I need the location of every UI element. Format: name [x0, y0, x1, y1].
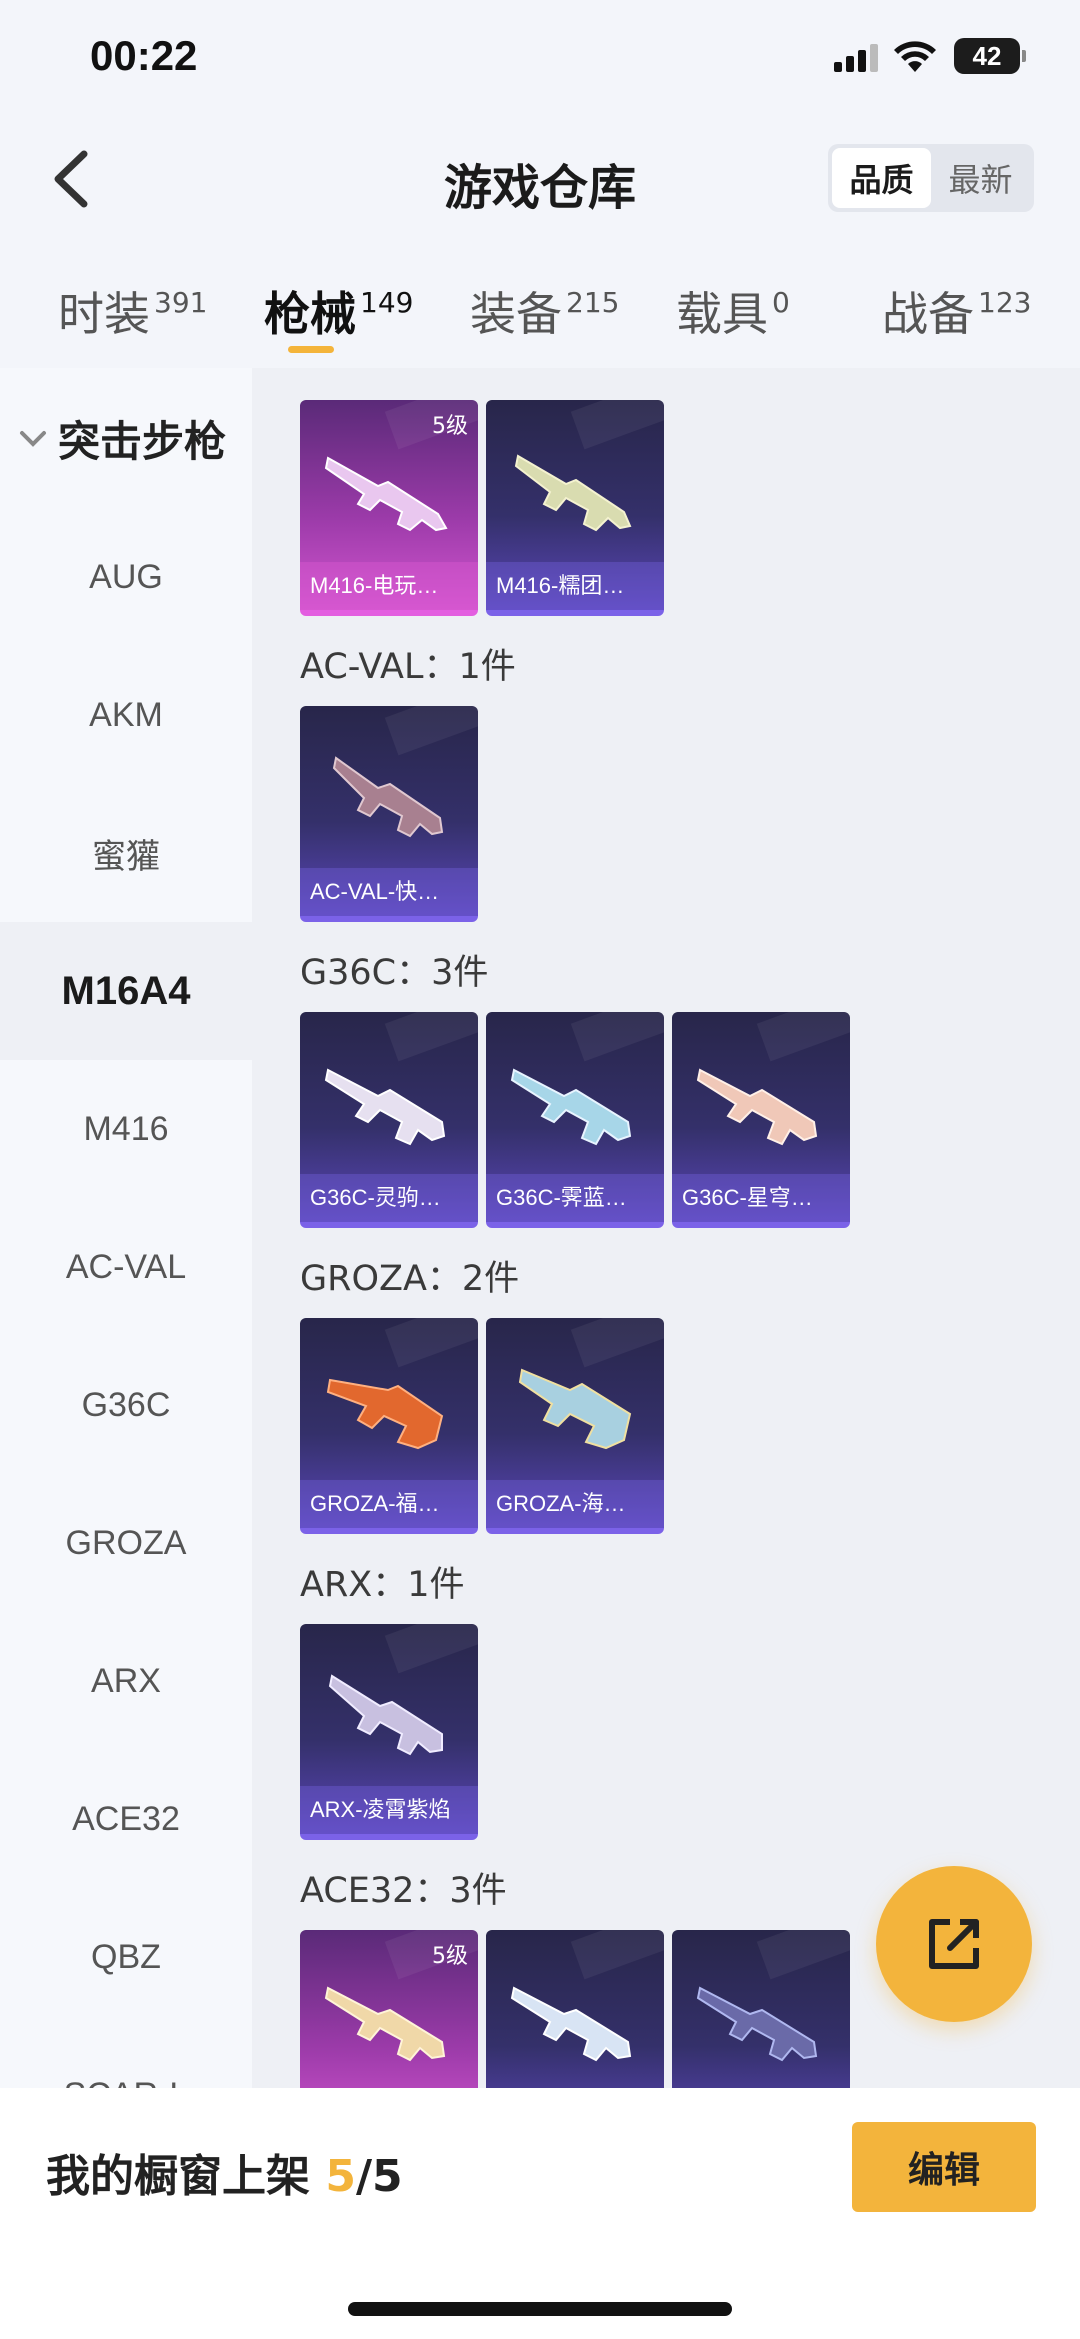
- sort-option-quality[interactable]: 品质: [832, 148, 931, 208]
- skin-name: G36C-灵驹…: [300, 1174, 478, 1222]
- level-badge: 5级: [432, 414, 468, 439]
- sidebar-item-groza[interactable]: GROZA: [0, 1474, 252, 1612]
- skin-card[interactable]: 5级: [300, 1930, 478, 2088]
- sidebar-item-arx[interactable]: ARX: [0, 1612, 252, 1750]
- rifle-icon: [510, 1068, 632, 1146]
- skin-name: G36C-霁蓝…: [486, 1174, 664, 1222]
- rifle-icon: [518, 1368, 632, 1450]
- weapon-type-sidebar: 突击步枪 AUG AKM 蜜獾 M16A4 M416 AC-VAL G36C G…: [0, 368, 252, 2088]
- showcase-count: 5: [325, 2151, 356, 2202]
- category-tabs: 时装 391 枪械 149 装备 215 载具 0 战备 123: [0, 238, 1080, 368]
- sidebar-item-scar-l[interactable]: SCAR-L: [0, 2026, 252, 2089]
- tab-count: 149: [360, 286, 414, 319]
- group-title: AC-VAL：1件: [300, 647, 516, 687]
- tab-gear[interactable]: 战备 123: [882, 278, 1031, 344]
- skin-name: GROZA-海…: [486, 1480, 664, 1528]
- tab-equipment[interactable]: 装备 215: [470, 278, 619, 344]
- skin-name: AC-VAL-快…: [300, 868, 478, 916]
- level-badge: 5级: [432, 1944, 468, 1969]
- group-title: ARX：1件: [300, 1565, 465, 1605]
- sidebar-item-qbz[interactable]: QBZ: [0, 1888, 252, 2026]
- showcase-total: /5: [355, 2151, 403, 2202]
- skin-card[interactable]: G36C-星穹…: [672, 1012, 850, 1228]
- skin-card[interactable]: [486, 1930, 664, 2088]
- sidebar-item-aug[interactable]: AUG: [0, 508, 252, 646]
- skin-card[interactable]: AC-VAL-快…: [300, 706, 478, 922]
- rifle-icon: [324, 1068, 446, 1146]
- showcase-status: 我的橱窗上架 5/5: [46, 2140, 403, 2204]
- tab-guns[interactable]: 枪械 149: [264, 278, 413, 344]
- skin-card[interactable]: M416-糯团…: [486, 400, 664, 616]
- status-bar: 00:22 42: [0, 0, 1080, 120]
- share-external-icon: [929, 1919, 979, 1969]
- tab-count: 391: [154, 286, 208, 319]
- home-indicator: [348, 2302, 732, 2316]
- weapon-list: 5级 M416-电玩… M416-糯团… AC-VAL：1件 AC-VAL-快……: [252, 368, 1080, 2088]
- tab-count: 123: [978, 286, 1032, 319]
- group-title: G36C：3件: [300, 953, 489, 993]
- rifle-icon: [332, 756, 444, 838]
- rifle-icon: [696, 1068, 818, 1146]
- skin-name: G36C-星穹…: [672, 1174, 850, 1222]
- sidebar-item-akm[interactable]: AKM: [0, 646, 252, 784]
- rifle-icon: [324, 1986, 446, 2062]
- chevron-down-icon: [20, 430, 46, 447]
- tab-label: 载具: [676, 287, 768, 341]
- skin-card[interactable]: ARX-凌霄紫焰: [300, 1624, 478, 1840]
- tab-label: 枪械: [264, 287, 356, 341]
- header: 游戏仓库 品质 最新: [0, 120, 1080, 238]
- status-time: 00:22: [90, 32, 198, 79]
- share-button[interactable]: [876, 1866, 1032, 2022]
- category-header[interactable]: 突击步枪: [18, 408, 226, 469]
- skin-card[interactable]: G36C-灵驹…: [300, 1012, 478, 1228]
- skin-card[interactable]: [672, 1930, 850, 2088]
- skin-card[interactable]: 5级 M416-电玩…: [300, 400, 478, 616]
- bottom-bar: 我的橱窗上架 5/5 编辑: [0, 2088, 1080, 2339]
- skin-name: M416-电玩…: [300, 562, 478, 610]
- tab-label: 时装: [58, 287, 150, 341]
- tab-label: 战备: [882, 287, 974, 341]
- group-title: GROZA：2件: [300, 1259, 520, 1299]
- tab-vehicles[interactable]: 载具 0: [676, 278, 790, 344]
- rifle-icon: [326, 1378, 444, 1450]
- skin-name: GROZA-福…: [300, 1480, 478, 1528]
- skin-card[interactable]: GROZA-海…: [486, 1318, 664, 1534]
- tab-fashion[interactable]: 时装 391: [58, 278, 207, 344]
- edit-button[interactable]: 编辑: [852, 2122, 1036, 2212]
- active-tab-indicator: [288, 346, 334, 353]
- sidebar-item-ac-val[interactable]: AC-VAL: [0, 1198, 252, 1336]
- rifle-icon: [328, 1674, 443, 1756]
- sort-toggle: 品质 最新: [828, 144, 1034, 212]
- sidebar-item-honey-badger[interactable]: 蜜獾: [0, 784, 252, 922]
- wifi-icon: [894, 41, 936, 72]
- rifle-icon: [696, 1986, 818, 2062]
- category-label: 突击步枪: [58, 417, 227, 466]
- skin-card[interactable]: G36C-霁蓝…: [486, 1012, 664, 1228]
- tab-count: 0: [772, 286, 790, 319]
- showcase-label: 我的橱窗上架: [46, 2151, 326, 2202]
- tab-label: 装备: [470, 287, 562, 341]
- skin-card[interactable]: GROZA-福…: [300, 1318, 478, 1534]
- battery-indicator: 42: [954, 38, 1026, 74]
- sidebar-item-ace32[interactable]: ACE32: [0, 1750, 252, 1888]
- sort-option-newest[interactable]: 最新: [931, 148, 1030, 208]
- sidebar-item-g36c[interactable]: G36C: [0, 1336, 252, 1474]
- sidebar-item-m16a4[interactable]: M16A4: [0, 922, 252, 1060]
- skin-name: M416-糯团…: [486, 562, 664, 610]
- skin-name: ARX-凌霄紫焰: [300, 1786, 478, 1834]
- rifle-icon: [514, 454, 632, 532]
- sidebar-item-m416[interactable]: M416: [0, 1060, 252, 1198]
- rifle-icon: [324, 456, 448, 532]
- group-title: ACE32：3件: [300, 1871, 507, 1911]
- tab-count: 215: [566, 286, 620, 319]
- signal-icon: [834, 44, 878, 72]
- rifle-icon: [510, 1986, 632, 2062]
